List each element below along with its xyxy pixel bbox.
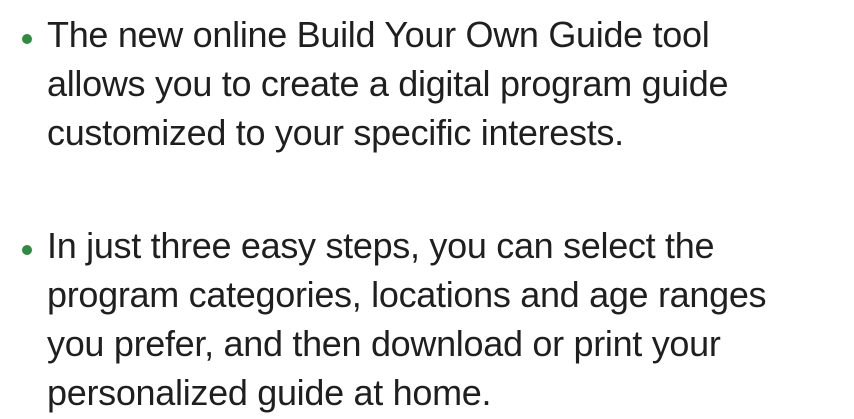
bullet-line: personalized guide at home. [47,372,492,413]
bullet-line: allows you to create a digital program g… [47,63,729,104]
bullet-line: program categories, locations and age ra… [47,274,767,315]
bullet-text: In just three easy steps, you can select… [47,221,847,417]
bullet-dot-icon [22,34,32,44]
bullet-text: The new online Build Your Own Guide tool… [47,10,847,157]
bullet-line: you prefer, and then download or print y… [47,323,721,364]
bullet-line: customized to your specific interests. [47,112,624,153]
bullet-line: The new online Build Your Own Guide tool [47,14,710,55]
bullet-line: In just three easy steps, you can select… [47,225,715,266]
slide: The new online Build Your Own Guide tool… [0,0,854,419]
bullet-dot-icon [22,245,32,255]
